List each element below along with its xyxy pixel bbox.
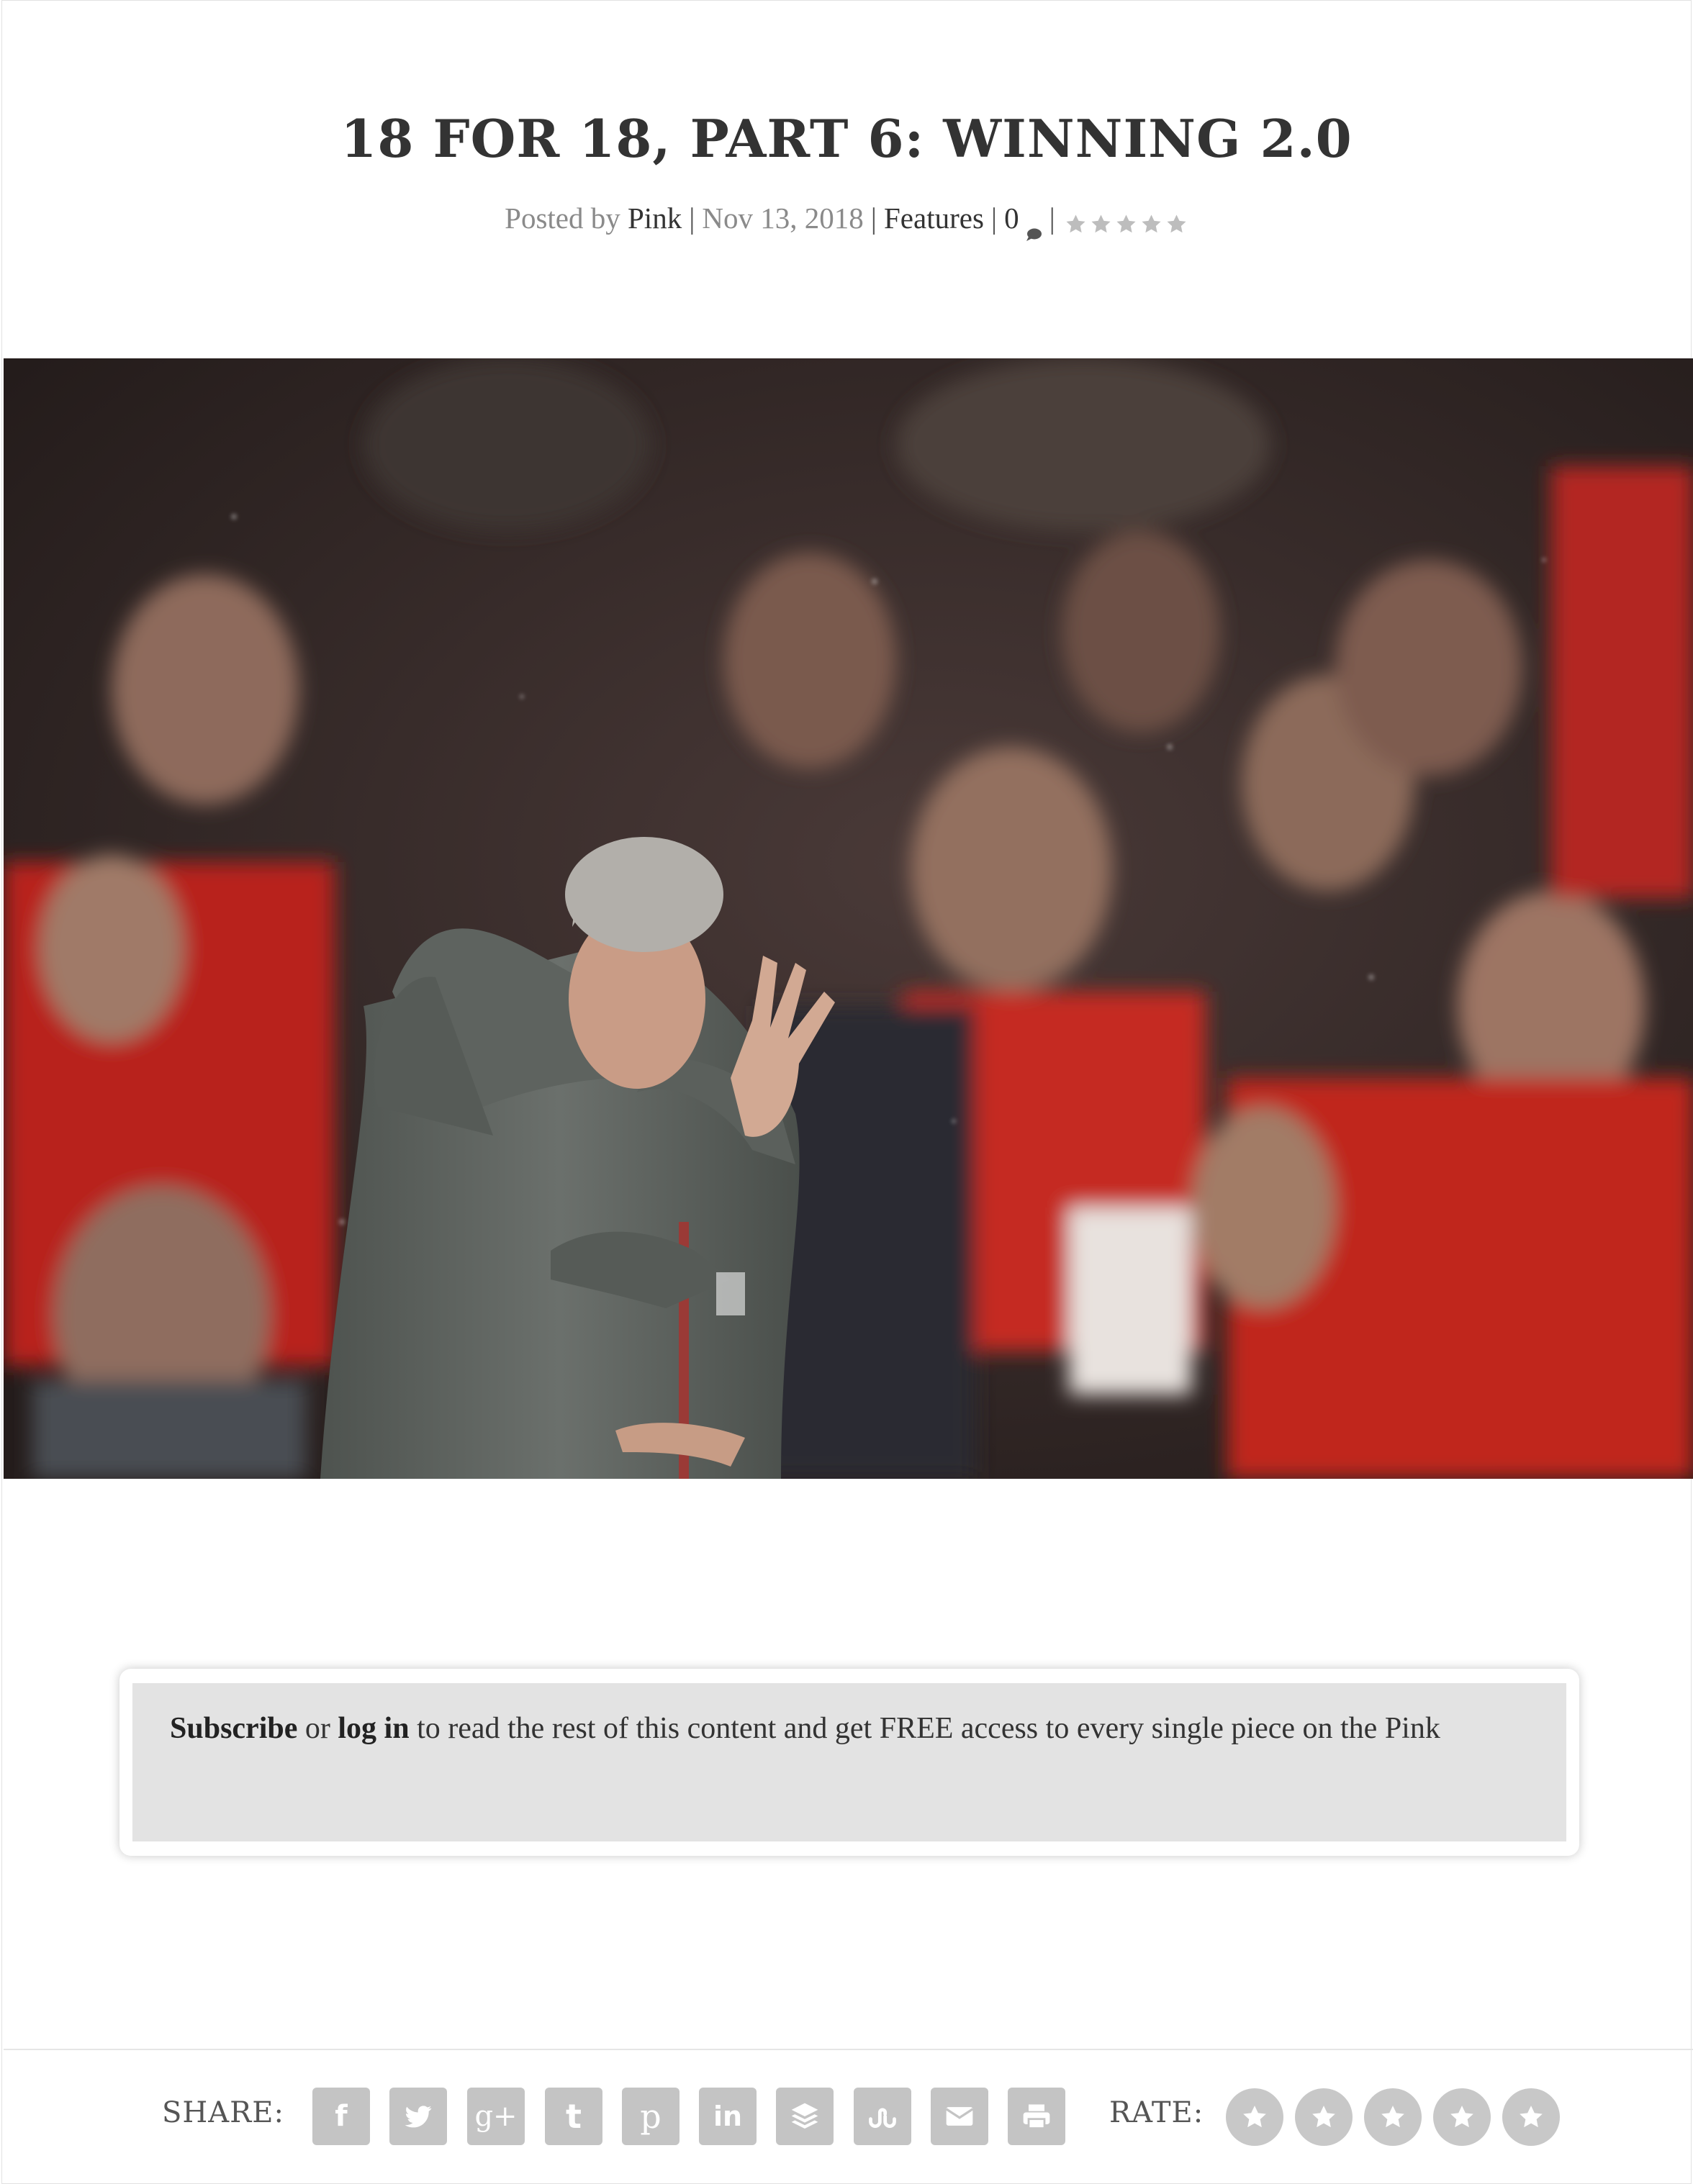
star-icon: [1520, 2106, 1543, 2128]
tumblr-icon: t: [566, 2097, 582, 2136]
rate-star-button[interactable]: [1295, 2088, 1353, 2146]
comment-count: 0: [1004, 201, 1019, 235]
login-link[interactable]: log in: [338, 1712, 409, 1745]
rating-star-icon: [1142, 214, 1161, 233]
rating-star-icon: [1167, 214, 1186, 233]
author-link[interactable]: Pink: [628, 201, 682, 235]
rate-star-button[interactable]: [1502, 2088, 1560, 2146]
star-icon: [1312, 2106, 1335, 2128]
rate-star-button[interactable]: [1433, 2088, 1491, 2146]
facebook-share-button[interactable]: f: [312, 2088, 370, 2145]
page-container: 18 FOR 18, PART 6: WINNING 2.0 Posted by…: [1, 0, 1693, 2184]
twitter-share-button[interactable]: [389, 2088, 447, 2145]
star-icon: [1381, 2106, 1404, 2128]
post-meta: Posted by Pink | Nov 13, 2018 | Features | 0 |: [2, 201, 1691, 241]
meta-separator: |: [689, 201, 695, 235]
posted-by-label: Posted by: [505, 201, 620, 235]
rating-star-icon: [1116, 214, 1136, 233]
google-plus-icon: g+: [474, 2100, 518, 2133]
buffer-icon: [791, 2103, 818, 2129]
category-link[interactable]: Features: [884, 201, 984, 235]
paywall-text: to read the rest of this content and get…: [417, 1712, 1440, 1745]
google-plus-share-button[interactable]: g+: [467, 2088, 525, 2145]
twitter-icon: [405, 2106, 432, 2128]
rate-star-button[interactable]: [1364, 2088, 1422, 2146]
star-icon: [1243, 2106, 1266, 2128]
email-icon: [945, 2107, 974, 2126]
post-title: 18 FOR 18, PART 6: WINNING 2.0: [340, 108, 1353, 169]
meta-separator: |: [1049, 201, 1055, 235]
meta-separator: |: [870, 201, 877, 235]
post-rating-stars: [1062, 204, 1188, 239]
meta-separator: |: [990, 201, 998, 235]
photo-image: [4, 358, 1693, 1479]
subscribe-link[interactable]: Subscribe: [170, 1712, 297, 1745]
rating-star-icon: [1066, 214, 1085, 233]
stumbleupon-share-button[interactable]: [854, 2088, 911, 2145]
share-label: SHARE:: [162, 2096, 284, 2129]
or-text: or: [304, 1712, 330, 1745]
rating-star-icon: [1091, 214, 1111, 233]
paywall-box: Subscribe or log in to read the rest of …: [119, 1669, 1579, 1856]
facebook-icon: f: [335, 2100, 348, 2133]
tumblr-share-button[interactable]: t: [545, 2088, 602, 2145]
rate-label: RATE:: [1109, 2096, 1204, 2129]
stumbleupon-icon: [869, 2108, 896, 2129]
linkedin-share-button[interactable]: in: [699, 2088, 757, 2145]
footer-divider: [4, 2049, 1693, 2050]
print-icon: [1023, 2104, 1050, 2129]
star-icon: [1450, 2106, 1473, 2128]
pinterest-share-button[interactable]: p: [622, 2088, 680, 2145]
featured-image: [4, 358, 1693, 1479]
post-date: Nov 13, 2018: [702, 201, 864, 235]
pinterest-icon: p: [640, 2097, 662, 2136]
email-share-button[interactable]: [931, 2088, 988, 2145]
rate-star-button[interactable]: [1226, 2088, 1283, 2146]
print-share-button[interactable]: [1008, 2088, 1065, 2145]
linkedin-icon: in: [713, 2101, 743, 2132]
comment-bubble-icon: [1025, 214, 1042, 241]
paywall-message: Subscribe or log in to read the rest of …: [132, 1683, 1566, 1841]
buffer-share-button[interactable]: [776, 2088, 834, 2145]
comments-link[interactable]: 0: [1004, 201, 1042, 241]
